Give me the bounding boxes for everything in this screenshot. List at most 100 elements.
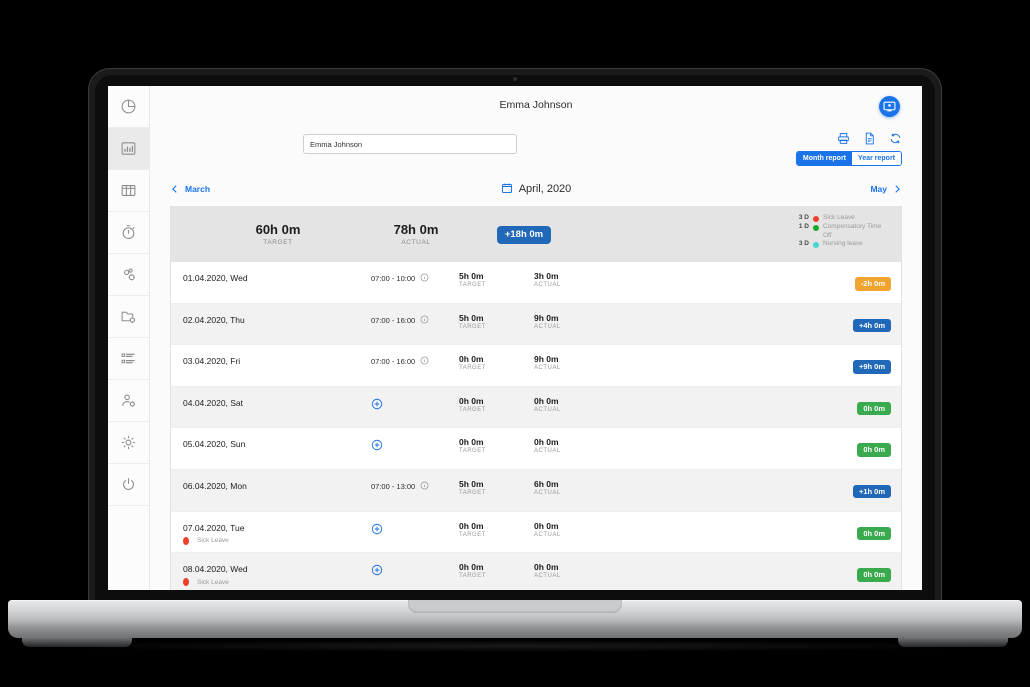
summary-actual-value: 78h 0m — [393, 222, 439, 238]
table-row[interactable]: 04.04.2020, Sat 0h 0m TARGET 0h 0m ACTUAL 0h … — [171, 386, 901, 429]
table-row[interactable]: 08.04.2020, Wed Sick Leave 0h 0m TARGET 0h 0… — [171, 553, 901, 590]
current-month-label: April, 2020 — [518, 183, 572, 195]
sidebar-item-tasks[interactable] — [108, 338, 149, 380]
row-time-range[interactable]: 07:00 - 13:00 — [371, 481, 429, 492]
row-actual-label: ACTUAL — [534, 282, 561, 289]
legend-color-dot — [813, 216, 819, 222]
row-time-text: 07:00 - 10:00 — [371, 274, 416, 283]
table-row[interactable]: 05.04.2020, Sun 0h 0m TARGET 0h 0m ACTUAL 0h … — [171, 428, 901, 470]
summary-actual-label: ACTUAL — [401, 238, 431, 246]
row-time-text: 07:00 - 16:00 — [371, 315, 416, 325]
legend-days: 3 D — [798, 240, 809, 248]
row-actual: 0h 0m ACTUAL — [534, 396, 561, 413]
user-screen-icon[interactable] — [879, 96, 900, 117]
table-row[interactable]: 02.04.2020, Thu 07:00 - 16:00 5h 0m TARGET 9… — [171, 303, 901, 346]
legend-item: 1 D Compensatory Time Off — [793, 223, 887, 241]
refresh-icon[interactable] — [889, 132, 902, 145]
legend-label: Nursing leave — [823, 240, 863, 248]
year-report-button[interactable]: Year report — [852, 152, 901, 165]
row-actual: 0h 0m ACTUAL — [534, 562, 561, 579]
leave-color-dot — [183, 536, 189, 545]
row-add-entry[interactable] — [371, 398, 383, 410]
info-circle-icon[interactable] — [420, 315, 429, 326]
row-actual: 9h 0m ACTUAL — [534, 354, 561, 371]
row-actual-label: ACTUAL — [534, 406, 561, 413]
table-row[interactable]: 07.04.2020, Tue Sick Leave 0h 0m TARGET 0h 0… — [171, 511, 901, 554]
sidebar — [108, 86, 150, 590]
row-difference-badge: +4h 0m — [852, 318, 891, 333]
legend-label: Sick Leave — [823, 214, 855, 221]
row-actual-value: 9h 0m — [534, 354, 559, 365]
plus-circle-icon[interactable] — [371, 523, 383, 535]
previous-month-button[interactable]: March — [170, 183, 210, 195]
row-actual-label: ACTUAL — [534, 365, 561, 372]
row-actual: 3h 0m ACTUAL — [534, 271, 561, 288]
row-time-range[interactable]: 07:00 - 10:00 — [371, 273, 429, 284]
row-actual-value: 6h 0m — [534, 478, 559, 489]
sidebar-item-documents[interactable] — [108, 296, 149, 338]
row-add-entry[interactable] — [371, 439, 383, 451]
table-row[interactable]: 01.04.2020, Wed 07:00 - 10:00 5h 0m TARGET 3… — [171, 262, 901, 304]
next-month-button[interactable]: May — [870, 183, 902, 195]
top-bar: Emma Johnson — [150, 86, 922, 132]
sidebar-item-logout[interactable] — [108, 464, 149, 506]
plus-circle-icon[interactable] — [371, 564, 383, 576]
sidebar-item-timer[interactable] — [108, 212, 149, 254]
row-date: 03.04.2020, Fri — [183, 356, 241, 367]
sidebar-item-dashboard[interactable] — [108, 86, 149, 128]
row-target-label: TARGET — [459, 282, 486, 289]
sidebar-item-employees[interactable] — [108, 380, 149, 422]
info-circle-icon[interactable] — [420, 273, 429, 284]
legend-days: 1 D — [798, 222, 809, 230]
row-actual: 9h 0m ACTUAL — [534, 313, 561, 330]
sidebar-item-reports[interactable] — [108, 128, 149, 170]
legend-color-dot — [813, 224, 819, 231]
table-row[interactable]: 06.04.2020, Mon 07:00 - 13:00 5h 0m TARGET 6… — [171, 469, 901, 512]
row-time-text: 07:00 - 13:00 — [371, 481, 416, 491]
row-time-range[interactable]: 07:00 - 16:00 — [371, 315, 429, 326]
sidebar-item-settings[interactable] — [108, 422, 149, 464]
legend-item: 3 D Sick Leave — [793, 214, 887, 223]
row-actual-value: 0h 0m — [534, 562, 559, 573]
employee-name-input[interactable] — [303, 134, 517, 154]
sidebar-item-projects[interactable] — [108, 254, 149, 296]
plus-circle-icon[interactable] — [371, 398, 383, 410]
row-time-range[interactable]: 07:00 - 16:00 — [371, 356, 429, 367]
print-icon[interactable] — [837, 132, 850, 145]
calendar-icon[interactable] — [501, 182, 513, 197]
row-target: 0h 0m TARGET — [459, 521, 486, 538]
main-content: Emma Johnson Emma Johnson Month report Y… — [150, 86, 922, 590]
info-circle-icon[interactable] — [420, 356, 429, 367]
report-type-toggle: Month report Year report — [795, 151, 902, 166]
row-difference: +9h 0m — [852, 356, 891, 374]
gear-icon — [120, 434, 137, 451]
info-circle-icon[interactable] — [420, 481, 429, 492]
export-file-icon[interactable] — [863, 132, 876, 145]
row-add-entry[interactable] — [371, 523, 383, 535]
row-target-value: 5h 0m — [459, 312, 484, 323]
chevron-left-icon — [172, 185, 177, 193]
chevron-right-icon — [895, 185, 900, 193]
summary-difference: +18h 0m — [464, 224, 584, 244]
month-report-button[interactable]: Month report — [796, 152, 853, 165]
row-target-value: 0h 0m — [459, 520, 484, 531]
row-target: 5h 0m TARGET — [459, 479, 486, 496]
row-add-entry[interactable] — [371, 564, 383, 576]
laptop-camera — [513, 77, 517, 81]
row-target-value: 0h 0m — [459, 437, 484, 448]
sidebar-item-timesheet[interactable] — [108, 170, 149, 212]
row-date: 05.04.2020, Sun — [183, 439, 246, 450]
table-row[interactable]: 03.04.2020, Fri 07:00 - 16:00 0h 0m TARGET 9… — [171, 345, 901, 387]
row-actual-label: ACTUAL — [534, 323, 561, 330]
row-leave: Sick Leave — [183, 578, 229, 587]
screenshot-stage: Emma Johnson Emma Johnson Month report Y… — [0, 0, 1030, 687]
summary-difference-badge: +18h 0m — [496, 226, 552, 244]
laptop-base — [8, 600, 1022, 647]
report-sheet: 60h 0m TARGET 78h 0m ACTUAL +18h 0m 3 D S… — [170, 206, 902, 590]
plus-circle-icon[interactable] — [371, 439, 383, 451]
row-target: 0h 0m TARGET — [459, 437, 486, 454]
summary-target-label: TARGET — [263, 238, 293, 246]
row-actual-label: ACTUAL — [534, 448, 561, 455]
row-target-value: 0h 0m — [459, 562, 484, 573]
stopwatch-icon — [120, 224, 137, 241]
